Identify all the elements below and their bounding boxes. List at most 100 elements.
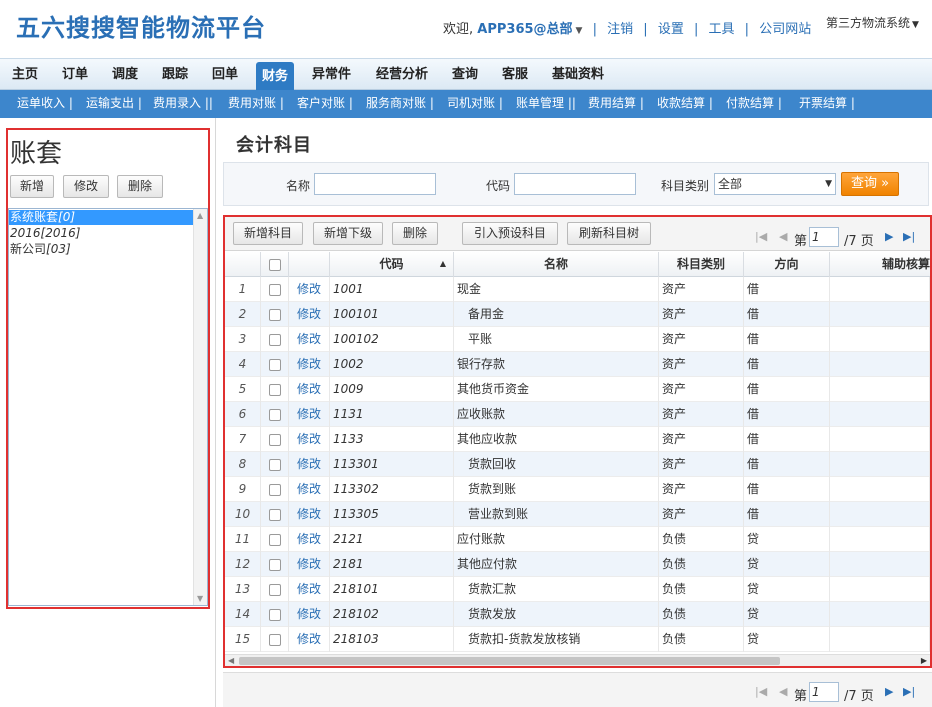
nav-query[interactable]: 查询 — [452, 59, 478, 91]
edit-link[interactable]: 修改 — [289, 327, 330, 352]
account-list-scrollbar[interactable]: ▲ ▼ — [193, 209, 207, 605]
table-row[interactable]: 10 修改 113305 营业款到账 资产借 — [225, 502, 930, 527]
first-page-icon[interactable]: |◀ — [755, 685, 767, 698]
company-site-link[interactable]: 公司网站 — [759, 22, 811, 37]
table-row[interactable]: 12 修改 2181 其他应付款 负债贷 — [225, 552, 930, 577]
table-row[interactable]: 7 修改 1133 其他应收款 资产借 — [225, 427, 930, 452]
edit-link[interactable]: 修改 — [289, 552, 330, 577]
query-button[interactable]: 查询 » — [841, 172, 899, 196]
username-menu[interactable]: APP365@总部 — [477, 22, 572, 37]
prev-page-icon[interactable]: ◀ — [779, 685, 787, 698]
name-input[interactable] — [314, 173, 436, 195]
row-checkbox[interactable] — [261, 602, 289, 627]
row-checkbox[interactable] — [261, 552, 289, 577]
subnav-fee-settlement[interactable]: 费用结算 | — [588, 90, 644, 118]
page-number-input[interactable]: 1 — [809, 227, 839, 247]
subnav-provider-reconcile[interactable]: 服务商对账 | — [366, 90, 434, 118]
table-row[interactable]: 2 修改 100101 备用金 资产借 — [225, 302, 930, 327]
prev-page-icon[interactable]: ◀ — [779, 230, 787, 243]
table-row[interactable]: 14 修改 218102 货款发放 负债贷 — [225, 602, 930, 627]
nav-exceptions[interactable]: 异常件 — [312, 59, 351, 91]
account-set-list[interactable]: 系统账套[0] 2016[2016] 新公司[03] ▲ ▼ — [8, 208, 208, 606]
subnav-payment-settlement[interactable]: 付款结算 | — [726, 90, 782, 118]
edit-link[interactable]: 修改 — [289, 627, 330, 652]
subnav-invoice-settlement[interactable]: 开票结算 | — [799, 90, 855, 118]
subnav-fee-entry[interactable]: 费用录入 || — [153, 90, 213, 118]
edit-link[interactable]: 修改 — [289, 402, 330, 427]
next-page-icon[interactable]: ▶ — [885, 230, 893, 243]
first-page-icon[interactable]: |◀ — [755, 230, 767, 243]
edit-link[interactable]: 修改 — [289, 577, 330, 602]
edit-link[interactable]: 修改 — [289, 602, 330, 627]
subnav-transport-expense[interactable]: 运输支出 | — [86, 90, 142, 118]
account-set-item[interactable]: 新公司[03] — [9, 242, 71, 257]
row-checkbox[interactable] — [261, 477, 289, 502]
table-row[interactable]: 11 修改 2121 应付账款 负债贷 — [225, 527, 930, 552]
refresh-tree-button[interactable]: 刷新科目树 — [567, 222, 651, 245]
row-checkbox[interactable] — [261, 277, 289, 302]
next-page-icon[interactable]: ▶ — [885, 685, 893, 698]
last-page-icon[interactable]: ▶| — [903, 230, 915, 243]
column-header-category[interactable]: 科目类别 — [659, 252, 744, 277]
system-switch[interactable]: 第三方物流系统 ▼ — [826, 14, 919, 31]
nav-service[interactable]: 客服 — [502, 59, 528, 91]
add-account-set-button[interactable]: 新增 — [10, 175, 54, 198]
scroll-left-icon[interactable]: ◀ — [228, 655, 234, 667]
table-row[interactable]: 13 修改 218101 货款汇款 负债贷 — [225, 577, 930, 602]
horizontal-scrollbar[interactable]: ◀ ▶ — [225, 654, 930, 666]
account-set-item[interactable]: 系统账套[0] — [9, 210, 195, 225]
table-row[interactable]: 15 修改 218103 货款扣-货款发放核销 负债贷 — [225, 627, 930, 652]
scrollbar-thumb[interactable] — [239, 657, 780, 665]
tools-link[interactable]: 工具 — [709, 22, 735, 37]
table-row[interactable]: 5 修改 1009 其他货币资金 资产借 — [225, 377, 930, 402]
table-row[interactable]: 8 修改 113301 货款回收 资产借 — [225, 452, 930, 477]
subnav-receipt-settlement[interactable]: 收款结算 | — [657, 90, 713, 118]
table-row[interactable]: 4 修改 1002 银行存款 资产借 — [225, 352, 930, 377]
column-header-name[interactable]: 名称 — [454, 252, 659, 277]
row-checkbox[interactable] — [261, 627, 289, 652]
account-set-item[interactable]: 2016[2016] — [9, 226, 80, 241]
nav-tracking[interactable]: 跟踪 — [162, 59, 188, 91]
column-header-auxiliary[interactable]: 辅助核算 — [830, 252, 930, 277]
subnav-bill-management[interactable]: 账单管理 || — [516, 90, 576, 118]
nav-receipts[interactable]: 回单 — [212, 59, 238, 91]
subnav-fee-reconcile[interactable]: 费用对账 | — [228, 90, 284, 118]
delete-subject-button[interactable]: 删除 — [392, 222, 438, 245]
nav-analysis[interactable]: 经营分析 — [376, 59, 428, 91]
subnav-customer-reconcile[interactable]: 客户对账 | — [297, 90, 353, 118]
import-preset-button[interactable]: 引入预设科目 — [462, 222, 558, 245]
edit-link[interactable]: 修改 — [289, 302, 330, 327]
edit-link[interactable]: 修改 — [289, 477, 330, 502]
row-checkbox[interactable] — [261, 502, 289, 527]
row-checkbox[interactable] — [261, 352, 289, 377]
logout-link[interactable]: 注销 — [607, 22, 633, 37]
nav-dispatch[interactable]: 调度 — [112, 59, 138, 91]
page-number-input[interactable]: 1 — [809, 682, 839, 702]
select-all-checkbox[interactable] — [261, 252, 289, 277]
column-header-code[interactable]: 代码 ▲ — [330, 252, 454, 277]
table-row[interactable]: 1 修改 1001 现金 资产借 — [225, 277, 930, 302]
edit-link[interactable]: 修改 — [289, 277, 330, 302]
table-row[interactable]: 9 修改 113302 货款到账 资产借 — [225, 477, 930, 502]
edit-link[interactable]: 修改 — [289, 452, 330, 477]
add-child-subject-button[interactable]: 新增下级 — [313, 222, 383, 245]
row-checkbox[interactable] — [261, 452, 289, 477]
row-checkbox[interactable] — [261, 527, 289, 552]
nav-finance[interactable]: 财务 — [256, 62, 295, 91]
nav-home[interactable]: 主页 — [12, 59, 38, 91]
chevron-down-icon[interactable]: ▼ — [576, 26, 583, 36]
edit-link[interactable]: 修改 — [289, 427, 330, 452]
code-input[interactable] — [514, 173, 636, 195]
row-checkbox[interactable] — [261, 327, 289, 352]
edit-account-set-button[interactable]: 修改 — [63, 175, 109, 198]
table-row[interactable]: 3 修改 100102 平账 资产借 — [225, 327, 930, 352]
nav-base-data[interactable]: 基础资料 — [552, 59, 604, 91]
edit-link[interactable]: 修改 — [289, 352, 330, 377]
column-header-direction[interactable]: 方向 — [744, 252, 830, 277]
settings-link[interactable]: 设置 — [658, 22, 684, 37]
category-select[interactable]: 全部 ▼ — [714, 173, 836, 195]
row-checkbox[interactable] — [261, 402, 289, 427]
add-subject-button[interactable]: 新增科目 — [233, 222, 303, 245]
scroll-up-icon[interactable]: ▲ — [197, 211, 203, 220]
nav-orders[interactable]: 订单 — [62, 59, 88, 91]
